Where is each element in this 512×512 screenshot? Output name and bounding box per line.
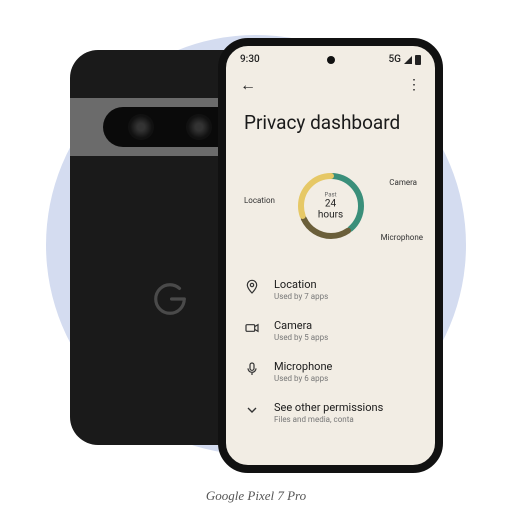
permission-title: See other permissions [274, 401, 417, 414]
chevron-down-icon [244, 402, 260, 418]
permissions-list: Location Used by 7 apps Camera Used by 5… [226, 263, 435, 439]
permission-subtitle: Used by 6 apps [274, 374, 417, 383]
chart-label-location: Location [244, 196, 275, 205]
camera-lens-icon [128, 114, 154, 140]
image-caption: Google Pixel 7 Pro [0, 488, 512, 504]
permission-subtitle: Used by 5 apps [274, 333, 417, 342]
network-label: 5G [389, 54, 402, 65]
microphone-icon [244, 361, 260, 377]
chart-label-microphone: Microphone [381, 233, 423, 242]
more-options-button[interactable]: ⋮ [407, 77, 421, 93]
permission-title: Microphone [274, 360, 417, 373]
back-button[interactable]: ← [240, 75, 256, 95]
camera-icon [244, 320, 260, 336]
permission-subtitle: Used by 7 apps [274, 292, 417, 301]
permission-title: Camera [274, 319, 417, 332]
permission-subtitle: Files and media, conta [274, 415, 417, 424]
status-time: 9:30 [240, 54, 260, 65]
permission-item-other[interactable]: See other permissions Files and media, c… [244, 392, 417, 433]
usage-chart: Location Camera Microphone Past 24 hours [226, 148, 435, 263]
google-logo-icon [151, 280, 189, 318]
location-icon [244, 279, 260, 295]
phone-front-view: 9:30 5G ← ⋮ Privacy dashboard Location C… [218, 38, 443, 473]
front-camera-icon [327, 56, 335, 64]
chart-center-bottom: 24 hours [312, 198, 350, 220]
page-title: Privacy dashboard [226, 101, 435, 148]
permission-item-microphone[interactable]: Microphone Used by 6 apps [244, 351, 417, 392]
chart-center-top: Past [312, 191, 350, 198]
signal-icon [404, 56, 412, 64]
camera-lens-icon [186, 114, 212, 140]
app-header: ← ⋮ [226, 69, 435, 101]
permission-title: Location [274, 278, 417, 291]
permission-item-camera[interactable]: Camera Used by 5 apps [244, 310, 417, 351]
battery-icon [415, 55, 421, 65]
chart-label-camera: Camera [389, 178, 417, 187]
permission-item-location[interactable]: Location Used by 7 apps [244, 269, 417, 310]
